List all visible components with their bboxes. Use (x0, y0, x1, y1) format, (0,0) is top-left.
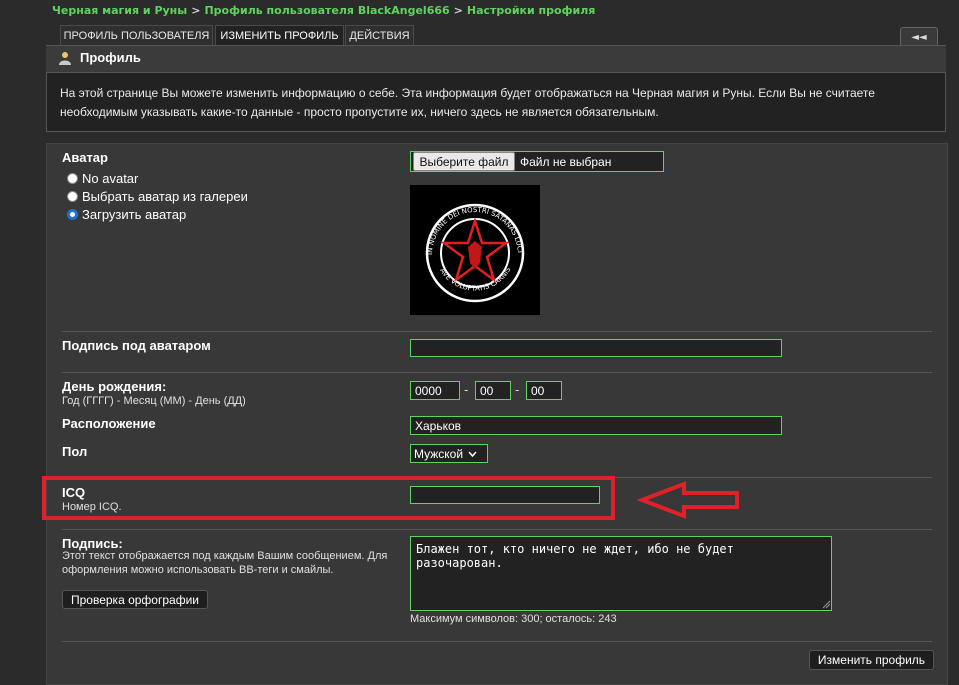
tab-actions[interactable]: ДЕЙСТВИЯ (345, 25, 414, 46)
avatar-caption-label: Подпись под аватаром (62, 338, 211, 353)
divider (62, 529, 932, 530)
profile-title: Профиль (80, 50, 141, 65)
divider (62, 331, 932, 332)
signature-textarea[interactable]: Блажен тот, кто ничего не ждет, ибо не б… (410, 536, 832, 611)
choose-file-button[interactable]: Выберите файл (413, 152, 515, 171)
breadcrumb-forum-link[interactable]: Черная магия и Руны (52, 4, 187, 17)
tab-user-profile[interactable]: ПРОФИЛЬ ПОЛЬЗОВАТЕЛЯ (60, 25, 213, 46)
avatar-option-label: No avatar (82, 171, 139, 186)
birthday-year-input[interactable]: 0000 (410, 381, 460, 400)
birthday-month-input[interactable]: 00 (475, 381, 511, 400)
chevron-down-icon (468, 451, 477, 457)
birthday-label: День рождения: (62, 379, 167, 394)
breadcrumb-separator: > (453, 4, 463, 17)
submit-profile-button[interactable]: Изменить профиль (809, 650, 934, 670)
radio-button-selected[interactable] (67, 209, 78, 220)
signature-hint: Этот текст отображается под каждым Вашим… (62, 550, 388, 576)
highlight-box (42, 476, 615, 520)
avatar-option-none[interactable]: No avatar (67, 171, 138, 186)
location-label: Расположение (62, 416, 156, 431)
arrow-left-icon (636, 481, 739, 519)
spellcheck-button[interactable]: Проверка орфографии (62, 590, 208, 609)
avatar-label: Аватар (62, 150, 108, 165)
user-icon (59, 52, 71, 65)
avatar-caption-input[interactable] (410, 339, 782, 357)
breadcrumb-separator: > (191, 4, 201, 17)
date-separator: - (464, 383, 469, 397)
gender-selected-value: Мужской (414, 446, 464, 461)
gender-select[interactable]: Мужской (410, 444, 488, 463)
tab-edit-profile[interactable]: ИЗМЕНИТЬ ПРОФИЛЬ (215, 25, 344, 46)
gender-label: Пол (62, 444, 88, 459)
breadcrumb-user-profile-link[interactable]: Профиль пользователя BlackAngel666 (204, 4, 449, 17)
profile-info-text: На этой странице Вы можете изменить инфо… (60, 86, 875, 119)
divider (62, 641, 932, 642)
divider (62, 372, 932, 373)
breadcrumb: Черная магия и Руны > Профиль пользователя… (52, 4, 595, 17)
avatar-image: IN NOMINE DEI NOSTRI SATANAS LUCIFERI EX… (410, 185, 540, 315)
radio-button[interactable] (67, 173, 78, 184)
file-input[interactable]: Выберите файл Файл не выбран (410, 151, 664, 172)
breadcrumb-settings-link[interactable]: Настройки профиля (467, 4, 595, 17)
date-separator: - (515, 383, 520, 397)
avatar-option-upload[interactable]: Загрузить аватар (67, 207, 186, 222)
profile-header-bar (46, 45, 946, 73)
radio-button[interactable] (67, 191, 78, 202)
avatar-option-label: Выбрать аватар из галереи (82, 189, 248, 204)
avatar-option-label: Загрузить аватар (82, 207, 187, 222)
avatar-option-gallery[interactable]: Выбрать аватар из галереи (67, 189, 248, 204)
file-status-text: Файл не выбран (520, 154, 612, 169)
collapse-button[interactable]: ◄◄ (900, 27, 938, 47)
birthday-hint: Год (ГГГГ) - Месяц (ММ) - День (ДД) (62, 395, 246, 407)
location-input[interactable]: Харьков (410, 416, 782, 435)
birthday-day-input[interactable]: 00 (526, 381, 562, 400)
signature-char-counter: Максимум символов: 300; осталось: 243 (410, 613, 617, 625)
resize-handle-icon[interactable] (822, 600, 831, 609)
